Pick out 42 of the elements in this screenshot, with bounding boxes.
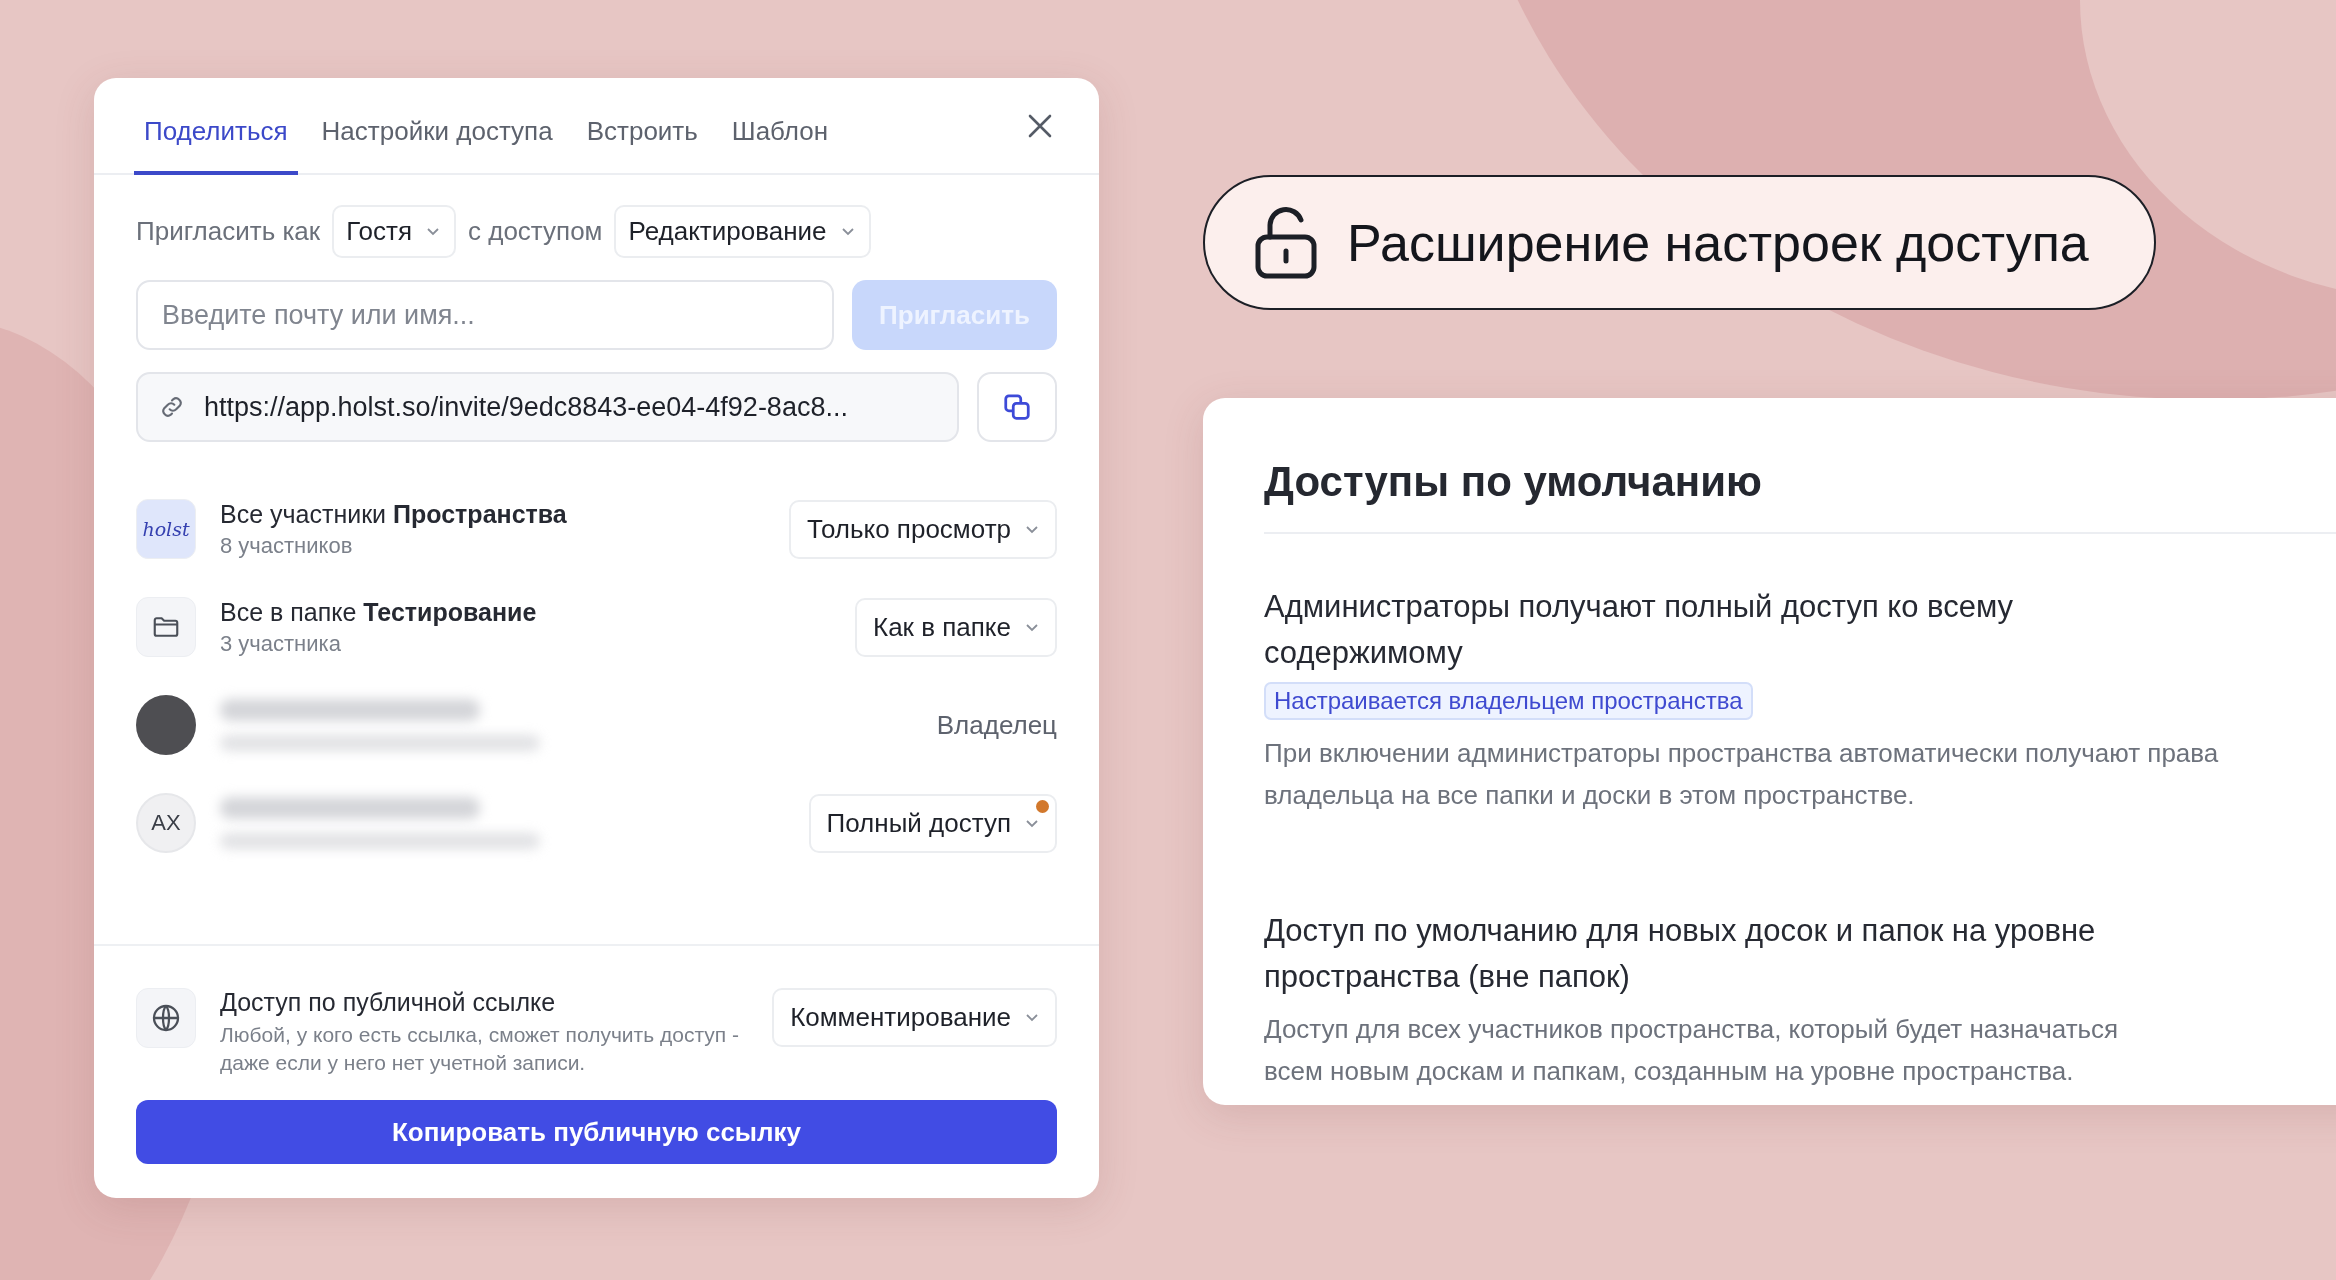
tab[interactable]: Настройки доступа: [311, 78, 563, 175]
member-name: Все участники Пространства: [220, 499, 568, 529]
chevron-down-icon: [1025, 622, 1039, 632]
permission-dropdown[interactable]: Только просмотр: [789, 499, 1057, 559]
tab[interactable]: Встроить: [576, 78, 708, 175]
avatar-placeholder: [136, 695, 196, 755]
chevron-down-icon: [1025, 818, 1039, 828]
setting-title: Администраторы получают полный доступ ко всему содержимому: [1264, 588, 2015, 672]
invite-link-field[interactable]: https://app.holst.so/invite/9edc8843-ee04-4f92-8ac8...: [136, 372, 959, 442]
owner-badge: Настраивается владельцем пространства: [1264, 682, 1753, 720]
workspace-logo: holst: [136, 499, 196, 559]
setting-title: Доступ по умолчанию для новых досок и папок на уровне пространства (вне папок): [1264, 912, 2097, 996]
permission-dropdown[interactable]: Как в папке: [855, 597, 1057, 657]
banner-title: Расширение настроек доступа: [1347, 212, 2089, 273]
access-label: с доступом: [468, 216, 603, 247]
chevron-down-icon: [1025, 524, 1039, 534]
chevron-down-icon: [840, 227, 855, 236]
email-input[interactable]: Введите почту или имя...: [136, 280, 834, 350]
role-label: Владелец: [936, 709, 1057, 741]
close-icon: [1027, 112, 1053, 139]
copy-button[interactable]: [977, 372, 1057, 442]
member-count: 3 участника: [220, 630, 342, 657]
chevron-down-icon: [1025, 1013, 1039, 1023]
copy-icon: [1002, 392, 1032, 422]
public-link-title: Доступ по публичной ссылке: [220, 988, 557, 1018]
initials-avatar: АХ: [136, 793, 196, 853]
access-dropdown[interactable]: Редактирование: [614, 205, 871, 258]
setting-description: Доступ для всех участников пространства, который будет назначаться всем новым доскам и папкам, созданным на уровне пространства.: [1264, 1013, 2120, 1088]
unlock-icon: [1253, 206, 1319, 279]
setting-description: При включении администраторы пространства автоматически получают права владельца на все папки и доски в этом пространстве.: [1264, 737, 2220, 812]
chevron-down-icon: [426, 227, 440, 236]
tab[interactable]: Шаблон: [721, 78, 839, 175]
member-count: 8 участников: [220, 532, 354, 559]
card-title: Доступы по умолчанию: [1264, 458, 1763, 506]
role-dropdown[interactable]: Гостя: [332, 205, 456, 258]
invite-label: Пригласить как: [136, 216, 321, 247]
tab[interactable]: Поделиться: [134, 78, 298, 175]
member-name: Все в папке Тестирование: [220, 597, 538, 627]
copy-public-link-button[interactable]: Копировать публичную ссылку: [136, 1100, 1057, 1164]
public-link-description: Любой, у кого есть ссылка, сможет получить доступ - даже если у него нет учетной записи.: [220, 1022, 740, 1076]
permission-dropdown[interactable]: Полный доступ: [808, 793, 1057, 853]
permission-dropdown[interactable]: Комментирование: [772, 988, 1057, 1048]
